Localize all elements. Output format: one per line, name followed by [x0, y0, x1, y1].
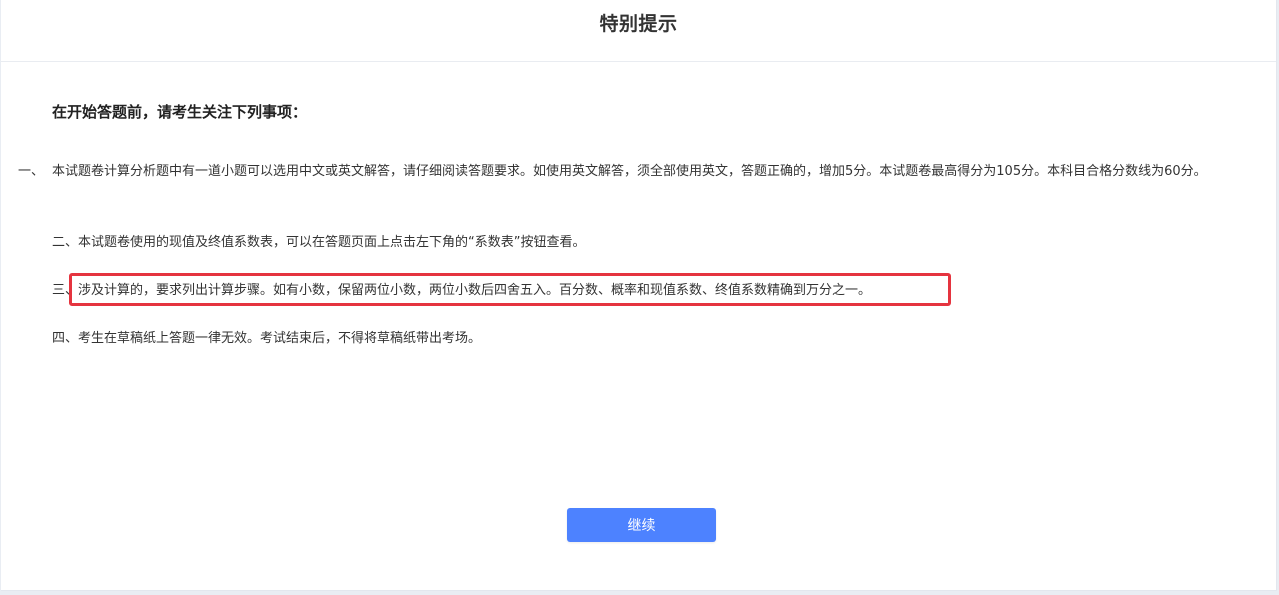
notice-panel: 特别提示 在开始答题前，请考生关注下列事项： 一、本试题卷计算分析题中有一道小题… [1, 0, 1277, 591]
dialog-header: 特别提示 [1, 0, 1276, 62]
continue-button[interactable]: 继续 [567, 508, 716, 542]
notice-item-text: 考生在草稿纸上答题一律无效。考试结束后，不得将草稿纸带出考场。 [78, 331, 481, 346]
notice-item-4: 四、考生在草稿纸上答题一律无效。考试结束后，不得将草稿纸带出考场。 [52, 327, 1237, 351]
notice-item-number: 二、 [52, 231, 78, 255]
notice-item-number: 四、 [52, 327, 78, 351]
notice-item-text: 本试题卷使用的现值及终值系数表，可以在答题页面上点击左下角的“系数表”按钮查看。 [78, 235, 585, 250]
notice-item-1: 一、本试题卷计算分析题中有一道小题可以选用中文或英文解答，请仔细阅读答题要求。如… [52, 160, 1242, 184]
page-title: 特别提示 [599, 9, 677, 36]
notice-item-text: 涉及计算的，要求列出计算步骤。如有小数，保留两位小数，两位小数后四舍五入。百分数… [78, 283, 871, 298]
notice-item-2: 二、本试题卷使用的现值及终值系数表，可以在答题页面上点击左下角的“系数表”按钮查… [52, 231, 1237, 255]
notice-item-number: 三、 [52, 279, 78, 303]
notice-item-3: 三、涉及计算的，要求列出计算步骤。如有小数，保留两位小数，两位小数后四舍五入。百… [52, 279, 1237, 303]
notice-item-text: 本试题卷计算分析题中有一道小题可以选用中文或英文解答，请仔细阅读答题要求。如使用… [52, 164, 1207, 179]
notice-intro: 在开始答题前，请考生关注下列事项： [52, 101, 307, 122]
